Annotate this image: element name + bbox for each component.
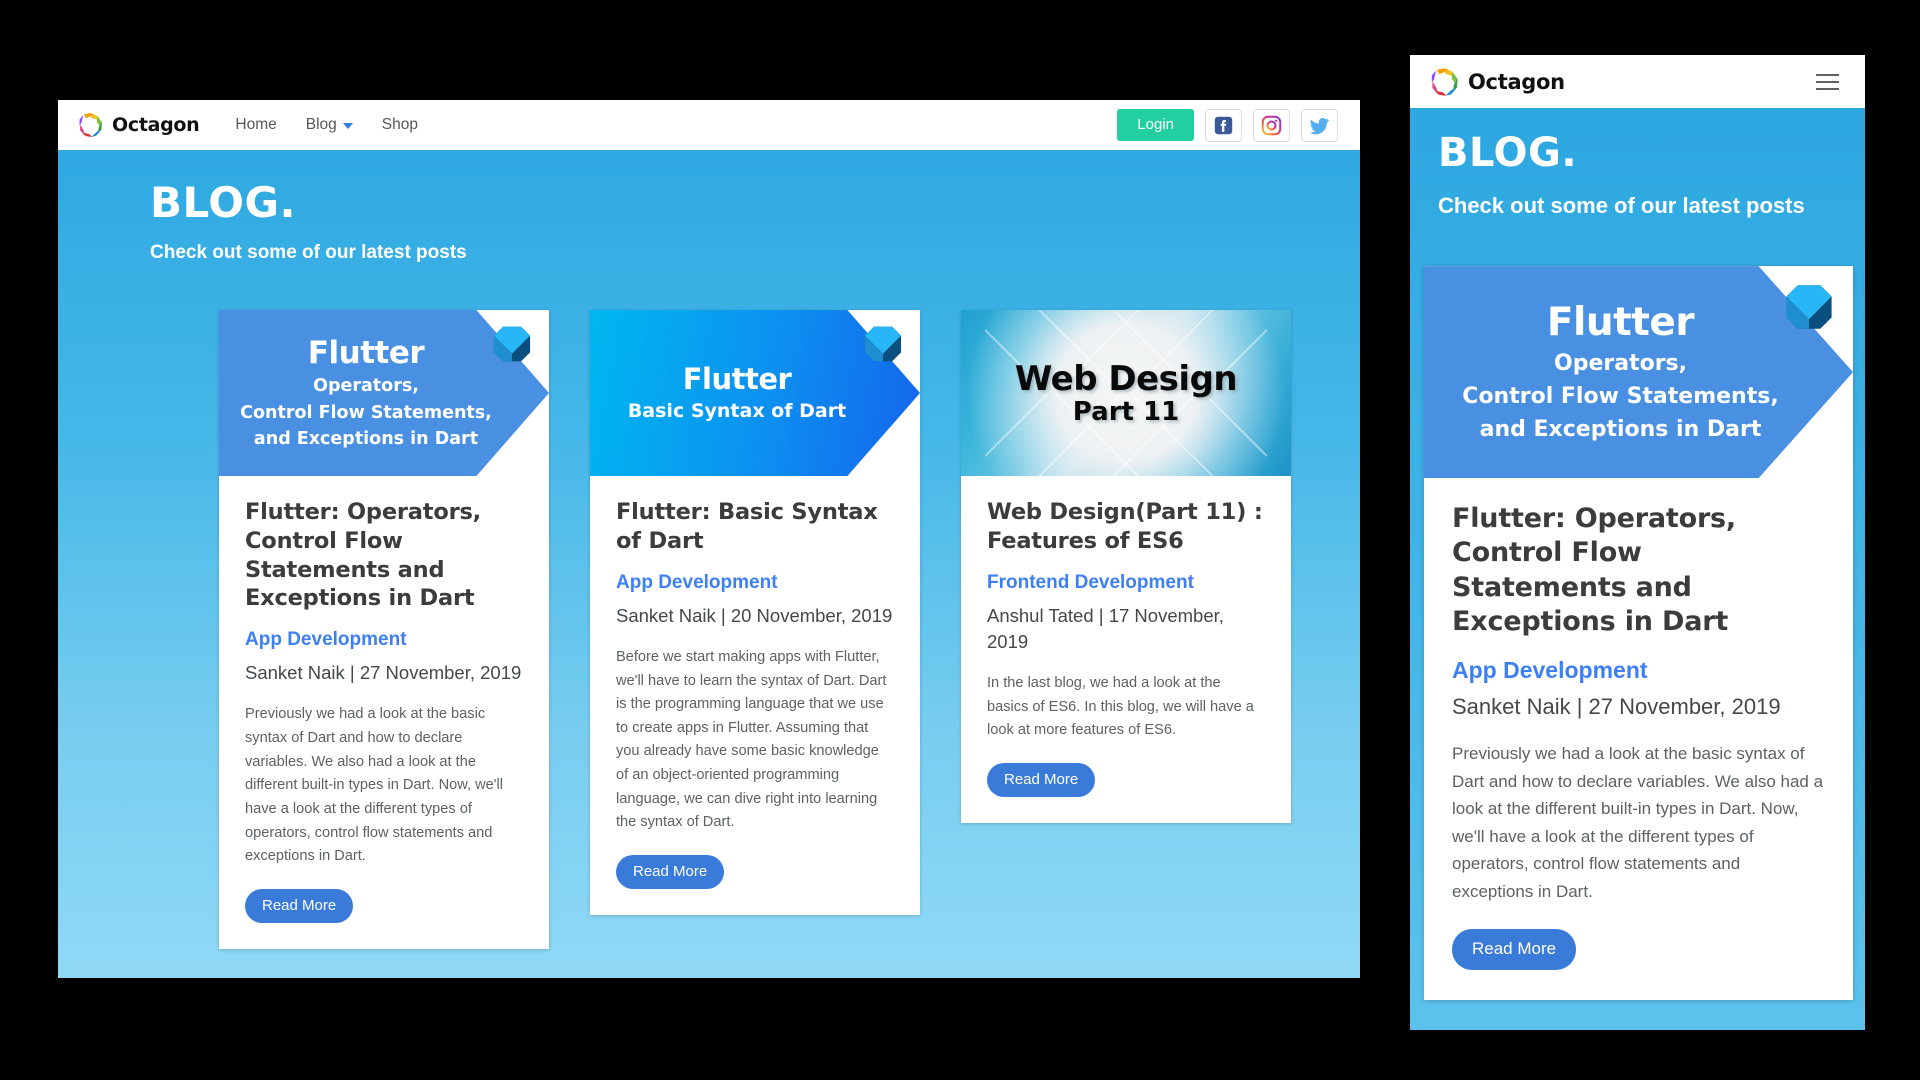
twitter-icon [1309,117,1329,134]
mobile-blog-card[interactable]: Flutter Operators, Control Flow Statemen… [1424,266,1853,1001]
brand-name: Octagon [112,114,200,136]
blog-card[interactable]: Web Design Part 11 Web Design(Part 11) :… [961,310,1291,824]
banner-subline-2: Control Flow Statements, [1462,384,1779,410]
mobile-navbar: Octagon [1410,55,1865,108]
banner-subline-1: Part 11 [1072,397,1180,427]
blog-cards-row: Flutter Operators, Control Flow Statemen… [58,264,1360,949]
twitter-link[interactable] [1301,108,1338,142]
card-category-link[interactable]: App Development [245,629,523,651]
read-more-button[interactable]: Read More [245,888,354,923]
read-more-button[interactable]: Read More [1452,929,1577,971]
card-banner-image: Flutter Basic Syntax of Dart [590,310,920,476]
instagram-icon [1261,115,1282,135]
dart-logo-icon [864,326,902,362]
card-category-link[interactable]: App Development [1452,657,1825,684]
nav-item-blog[interactable]: Blog [306,116,353,134]
hamburger-menu-icon[interactable] [1812,70,1843,94]
card-excerpt: Previously we had a look at the basic sy… [245,706,504,865]
mobile-brand-name: Octagon [1468,69,1565,94]
brand-logo[interactable]: Octagon [78,112,200,138]
navbar-right-group: Login [1117,108,1338,142]
banner-subline-1: Operators, [313,376,419,397]
card-title: Web Design(Part 11) : Features of ES6 [987,499,1263,554]
screenshot-stage: Octagon Home Blog Shop Login BLOG. Check… [0,0,1920,1080]
blog-card[interactable]: Flutter Operators, Control Flow Statemen… [219,310,549,949]
card-title: Flutter: Operators, Control Flow Stateme… [245,499,482,612]
read-more-button[interactable]: Read More [987,763,1096,798]
card-body: Flutter: Operators, Control Flow Stateme… [1424,478,1853,1000]
mobile-hero-section: BLOG. Check out some of our latest posts [1410,108,1865,220]
card-excerpt: Previously we had a look at the basic sy… [1452,744,1824,901]
top-navbar: Octagon Home Blog Shop Login [58,100,1360,150]
banner-text: Web Design Part 11 [961,310,1291,476]
login-button[interactable]: Login [1117,109,1194,141]
blog-card[interactable]: Flutter Basic Syntax of Dart Flutter: Ba… [590,310,920,915]
dart-logo-icon [493,326,531,362]
facebook-icon [1214,116,1233,134]
nav-item-home-label: Home [235,116,277,133]
banner-subline-2: Control Flow Statements, [240,402,492,423]
mobile-page-title: BLOG. [1438,130,1578,176]
nav-item-shop[interactable]: Shop [382,116,418,134]
instagram-link[interactable] [1253,108,1290,142]
read-more-button[interactable]: Read More [616,854,725,889]
banner-subline-3: and Exceptions in Dart [253,429,479,450]
nav-item-shop-label: Shop [381,116,418,133]
mobile-viewport: Octagon BLOG. Check out some of our late… [1410,55,1865,1030]
banner-subline-1: Operators, [1554,350,1687,376]
card-banner-image: Web Design Part 11 [961,310,1291,476]
chevron-down-icon [342,123,353,129]
page-title: BLOG. [150,178,296,227]
nav-links: Home Blog Shop [235,116,418,134]
card-banner-image: Flutter Operators, Control Flow Statemen… [1424,266,1853,479]
octagon-logo-icon [79,112,104,137]
card-excerpt: Before we start making apps with Flutter… [616,648,887,831]
facebook-link[interactable] [1205,108,1242,142]
card-meta: Sanket Naik | 27 November, 2019 [245,662,522,684]
card-meta: Sanket Naik | 20 November, 2019 [616,604,893,626]
card-category-link[interactable]: Frontend Development [987,572,1265,594]
banner-heading: Flutter [307,335,425,372]
card-excerpt: In the last blog, we had a look at the b… [987,675,1254,739]
banner-subline-1: Basic Syntax of Dart [627,400,847,423]
banner-heading: Flutter [1546,299,1695,345]
card-meta: Anshul Tated | 17 November, 2019 [987,604,1224,652]
mobile-brand-logo[interactable]: Octagon [1430,67,1565,97]
desktop-viewport: Octagon Home Blog Shop Login BLOG. Check… [58,100,1360,978]
banner-subline-3: and Exceptions in Dart [1479,417,1762,443]
card-body: Flutter: Basic Syntax of Dart App Develo… [590,476,920,915]
banner-heading: Web Design [1014,359,1238,399]
page-subtitle: Check out some of our latest posts [150,242,467,263]
mobile-page-subtitle: Check out some of our latest posts [1438,193,1805,218]
card-body: Web Design(Part 11) : Features of ES6 Fr… [961,476,1291,823]
card-category-link[interactable]: App Development [616,572,894,594]
card-banner-image: Flutter Operators, Control Flow Statemen… [219,310,549,476]
card-title: Flutter: Operators, Control Flow Stateme… [1452,503,1736,637]
card-body: Flutter: Operators, Control Flow Stateme… [219,476,549,949]
nav-item-home[interactable]: Home [235,116,276,134]
card-meta: Sanket Naik | 27 November, 2019 [1452,694,1781,720]
banner-heading: Flutter [682,362,792,397]
dart-logo-icon [1786,285,1832,329]
hero-section: BLOG. Check out some of our latest posts [58,150,1360,264]
card-title: Flutter: Basic Syntax of Dart [616,499,878,554]
octagon-logo-icon [1431,67,1458,96]
nav-item-blog-label: Blog [305,116,337,133]
